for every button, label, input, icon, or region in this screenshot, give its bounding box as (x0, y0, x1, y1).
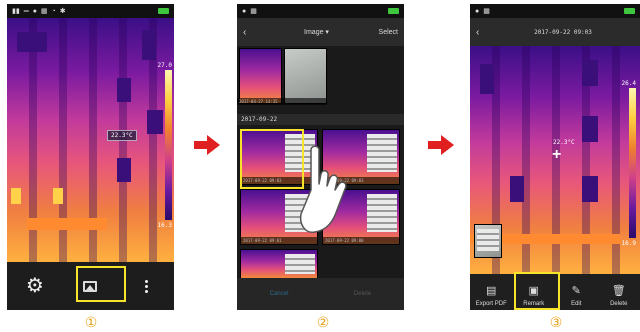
visible-light-inset (366, 194, 397, 232)
status-bar: ● ▦ (470, 4, 640, 18)
spot-temperature-label: 22.3°C (107, 130, 137, 141)
scale-max-value: 26.4 (621, 80, 636, 87)
date-header: 2017-09-22 (237, 114, 404, 125)
edit-icon: ✎ (571, 285, 581, 297)
cancel-button[interactable]: Cancel (270, 291, 289, 297)
signal-icon: ▮▮ (12, 7, 20, 15)
thermal-region (582, 176, 598, 202)
zoom-icon: ◔ (51, 7, 56, 15)
crosshair-icon: + (552, 146, 562, 163)
scale-min-value: 16.3 (157, 222, 172, 229)
select-button[interactable]: Select (370, 29, 398, 36)
delete-label: Delete (610, 301, 628, 307)
battery-icon (158, 8, 169, 14)
export-pdf-label: Export PDF (475, 301, 507, 307)
location-icon: ● (32, 7, 37, 15)
settings-icon: ✱ (59, 7, 66, 15)
gallery-header: ‹ Image ▾ Select (237, 18, 404, 46)
status-bar: ● ▦ (237, 4, 404, 18)
thermal-region (117, 158, 131, 182)
back-icon[interactable]: ‹ (476, 27, 492, 38)
thumbnail-caption: 2017-04-27 14:35 (237, 98, 327, 105)
edit-label: Edit (571, 301, 582, 307)
thermal-region (480, 64, 494, 94)
pdf-icon: ▤ (486, 285, 497, 297)
gallery-filter-dropdown[interactable]: Image ▾ (263, 28, 370, 36)
thermal-region (510, 176, 524, 202)
location-icon: ● (242, 7, 247, 15)
thumbnail[interactable] (284, 48, 327, 104)
edit-button[interactable]: ✎ Edit (558, 285, 594, 308)
status-bar: ▮▮ ═ ● ▦ ◔ ✱ (7, 4, 174, 18)
highlight-box (76, 266, 126, 302)
thermal-region (147, 110, 163, 134)
grid-icon: ▦ (250, 7, 257, 15)
step-number-3: ③ (549, 315, 563, 331)
temperature-scale-bar (629, 88, 636, 238)
arrow-right-icon (428, 135, 454, 155)
thermal-region (142, 30, 156, 60)
visible-light-inset (284, 254, 315, 274)
arrow-right-icon (194, 135, 220, 155)
highlight-box (514, 272, 560, 310)
more-options-icon[interactable] (127, 269, 165, 303)
battery-icon (624, 8, 635, 14)
thermal-region (11, 188, 21, 204)
visible-light-inset (474, 224, 502, 258)
image-timestamp: 2017-09-22 09:03 (534, 28, 592, 36)
thermal-region (27, 218, 107, 230)
thermal-region (17, 32, 47, 52)
thumbnail[interactable] (239, 48, 282, 104)
battery-icon (388, 8, 399, 14)
visible-light-inset (366, 134, 397, 172)
thermal-image[interactable]: + 22.3°C 26.4 16.9 (470, 46, 640, 274)
spot-temperature-label: 22.3°C (553, 139, 575, 146)
temperature-scale-bar (165, 70, 172, 220)
highlight-box (240, 129, 304, 189)
export-pdf-button[interactable]: ▤ Export PDF (473, 285, 509, 308)
grid-icon: ▦ (40, 7, 48, 15)
location-icon: ● (475, 7, 480, 15)
back-icon[interactable]: ‹ (243, 27, 263, 38)
thermal-region (117, 78, 131, 102)
scale-min-value: 16.9 (621, 240, 636, 247)
thermal-image[interactable]: 22.3°C 27.0 16.3 (7, 18, 174, 262)
detail-header: ‹ 2017-09-22 09:03 (470, 18, 640, 46)
tapping-hand-icon (299, 145, 347, 233)
step-number-1: ① (84, 315, 98, 331)
scale-max-value: 27.0 (157, 62, 172, 69)
phone-gallery-view: ● ▦ ‹ Image ▾ Select 2017-04-27 14:35 20… (237, 4, 404, 310)
delete-button[interactable]: Delete (354, 291, 371, 297)
thumbnail[interactable] (240, 249, 318, 279)
step-number-2: ② (316, 315, 330, 331)
trash-icon: 🗑 (611, 285, 626, 297)
grid-icon: ▦ (483, 7, 490, 15)
delete-button[interactable]: 🗑 Delete (601, 285, 637, 308)
phone-camera-view: ▮▮ ═ ● ▦ ◔ ✱ 22.3°C 27.0 16.3 ⚙ (7, 4, 174, 310)
thermal-region (53, 188, 63, 204)
thermal-region (582, 116, 598, 142)
phone-image-detail-view: ● ▦ ‹ 2017-09-22 09:03 + 22.3°C 26.4 16.… (470, 4, 640, 310)
gallery-footer: Cancel Delete (237, 278, 404, 310)
tutorial-figure: ▮▮ ═ ● ▦ ◔ ✱ 22.3°C 27.0 16.3 ⚙ ● ▦ ‹ Im… (0, 0, 640, 332)
usb-icon: ═ (23, 7, 29, 15)
settings-gear-icon[interactable]: ⚙ (16, 269, 54, 303)
thermal-region (582, 60, 598, 86)
